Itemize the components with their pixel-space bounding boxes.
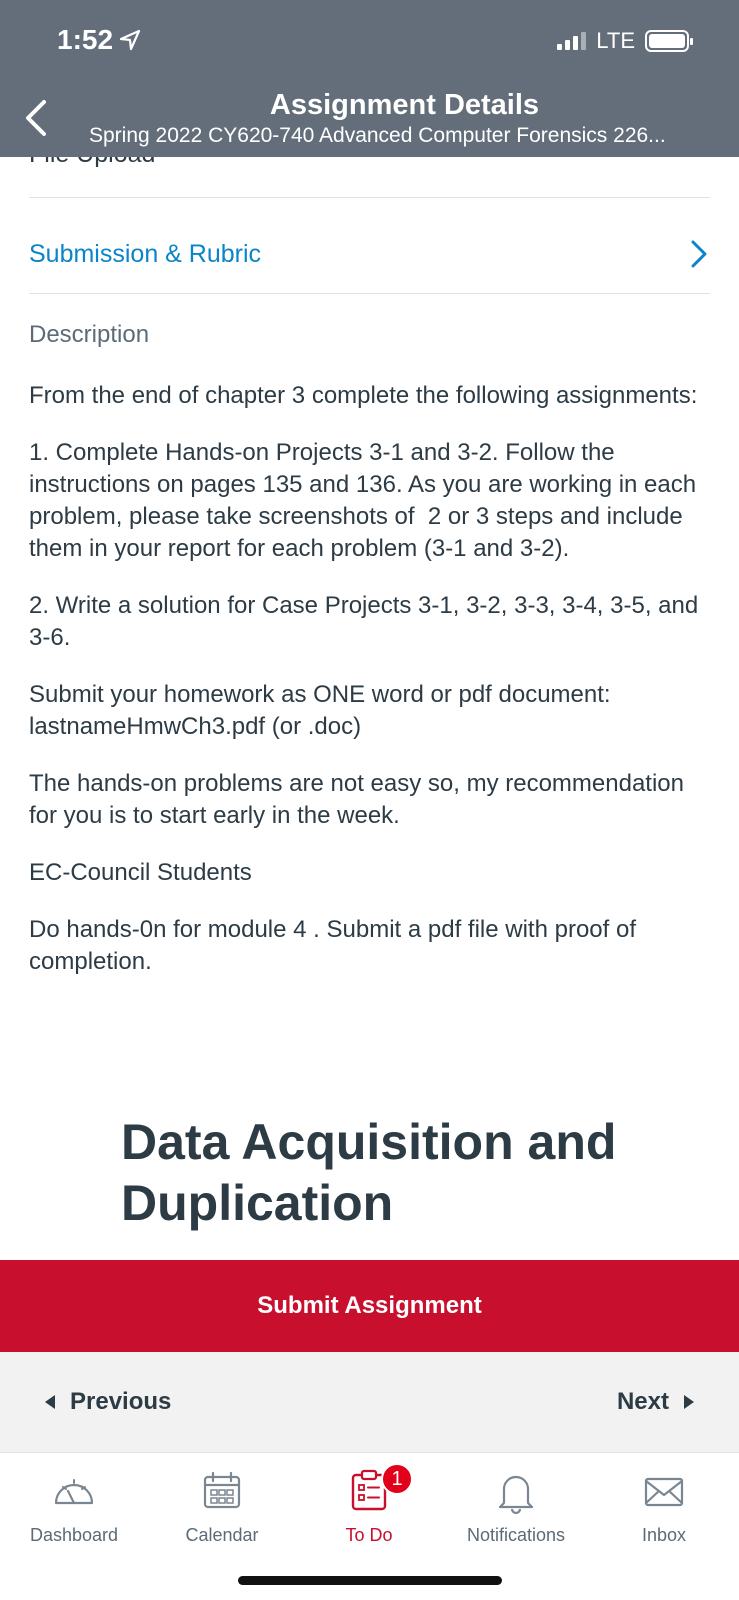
- next-button[interactable]: Next: [617, 1352, 695, 1452]
- status-indicators: LTE: [557, 28, 693, 54]
- top-bar: 1:52 LTE Assignment Details Spring 2022 …: [0, 0, 739, 157]
- tab-inbox[interactable]: Inbox: [594, 1467, 734, 1546]
- page-title: Assignment Details: [269, 89, 540, 121]
- network-label: LTE: [596, 28, 635, 53]
- signal-icon: [557, 32, 587, 50]
- caret-left-icon: [45, 1395, 55, 1409]
- submission-rubric-link[interactable]: Submission & Rubric: [29, 232, 710, 276]
- embedded-heading: Data Acquisition and Duplication: [121, 1114, 617, 1231]
- course-subtitle: Spring 2022 CY620-740 Advanced Computer …: [89, 124, 666, 147]
- description-paragraph: From the end of chapter 3 complete the f…: [29, 382, 698, 409]
- pager: Previous Next: [0, 1352, 739, 1452]
- chevron-right-icon: [691, 240, 707, 268]
- home-indicator[interactable]: [238, 1576, 502, 1585]
- divider: [29, 197, 710, 198]
- tab-dashboard[interactable]: Dashboard: [4, 1467, 144, 1546]
- battery-icon: [645, 30, 693, 52]
- previous-label: Previous: [70, 1388, 172, 1415]
- tab-calendar[interactable]: Calendar: [152, 1467, 292, 1546]
- previous-button[interactable]: Previous: [44, 1352, 171, 1452]
- description-body: From the end of chapter 3 complete the f…: [29, 380, 717, 1003]
- description-paragraph: The hands-on problems are not easy so, m…: [29, 770, 691, 829]
- tab-label: To Do: [345, 1525, 393, 1545]
- status-time: 1:52: [57, 24, 141, 56]
- next-label: Next: [616, 1388, 669, 1415]
- divider: [29, 293, 710, 294]
- description-paragraph: Submit your homework as ONE word or pdf …: [29, 681, 618, 740]
- description-paragraph: 2. Write a solution for Case Projects 3-…: [29, 592, 705, 651]
- todo-badge: 1: [381, 1463, 413, 1495]
- description-paragraph: EC-Council Students: [29, 859, 252, 886]
- clock: 1:52: [57, 24, 114, 55]
- description-paragraph: Do hands-0n for module 4 . Submit a pdf …: [29, 916, 643, 975]
- envelope-icon: [644, 1477, 684, 1507]
- description-paragraph: 1. Complete Hands-on Projects 3-1 and 3-…: [29, 439, 703, 562]
- location-arrow-icon: [119, 29, 141, 51]
- tab-todo[interactable]: 1 To Do: [299, 1463, 439, 1546]
- submission-rubric-label: Submission & Rubric: [29, 239, 262, 268]
- tab-label: Inbox: [641, 1525, 687, 1545]
- description-title: Description: [29, 321, 150, 348]
- tab-label: Calendar: [185, 1525, 259, 1545]
- caret-right-icon: [684, 1395, 694, 1409]
- tab-label: Notifications: [466, 1525, 566, 1545]
- calendar-icon: [203, 1471, 241, 1509]
- bell-icon: [498, 1475, 534, 1515]
- submit-assignment-button[interactable]: Submit Assignment: [0, 1260, 739, 1352]
- tab-notifications[interactable]: Notifications: [446, 1467, 586, 1546]
- tab-label: Dashboard: [29, 1525, 119, 1545]
- dashboard-icon: [54, 1479, 94, 1505]
